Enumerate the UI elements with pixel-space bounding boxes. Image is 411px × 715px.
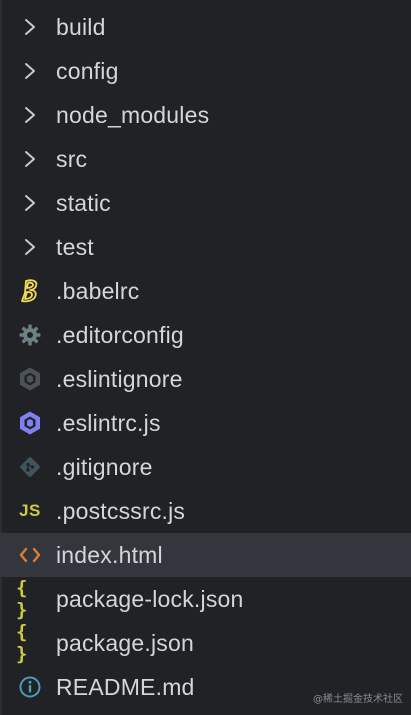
folder-label: config xyxy=(56,57,119,84)
file-row-gitignore[interactable]: .gitignore xyxy=(0,445,411,489)
file-explorer: build config node_modules src static tes… xyxy=(0,0,411,715)
folder-label: node_modules xyxy=(56,101,210,128)
folder-row-static[interactable]: static xyxy=(0,181,411,225)
folder-label: test xyxy=(56,233,94,260)
folder-row-node-modules[interactable]: node_modules xyxy=(0,93,411,137)
watermark: @稀土掘金技术社区 xyxy=(313,694,403,705)
folder-label: build xyxy=(56,13,106,40)
file-tree: build config node_modules src static tes… xyxy=(0,5,411,709)
file-row-package-lock-json[interactable]: { } package-lock.json xyxy=(0,577,411,621)
folder-label: static xyxy=(56,189,111,216)
folder-row-src[interactable]: src xyxy=(0,137,411,181)
file-label: .gitignore xyxy=(56,453,153,480)
file-label: .eslintignore xyxy=(56,365,183,392)
file-row-package-json[interactable]: { } package.json xyxy=(0,621,411,665)
file-label: .postcssrc.js xyxy=(56,497,186,524)
file-row-eslintrc[interactable]: .eslintrc.js xyxy=(0,401,411,445)
file-label: index.html xyxy=(56,541,163,568)
json-icon: { } xyxy=(16,621,44,665)
file-row-eslintignore[interactable]: .eslintignore xyxy=(0,357,411,401)
chevron-right-icon[interactable] xyxy=(16,101,44,129)
eslint-icon xyxy=(16,409,44,437)
file-label: .eslintrc.js xyxy=(56,409,161,436)
file-row-editorconfig[interactable]: .editorconfig xyxy=(0,313,411,357)
file-label: .editorconfig xyxy=(56,321,184,348)
json-glyph: { } xyxy=(16,577,28,621)
chevron-right-icon[interactable] xyxy=(16,57,44,85)
js-icon: JS xyxy=(16,497,44,525)
eslint-gray-icon xyxy=(16,365,44,393)
file-label: package-lock.json xyxy=(56,585,244,612)
file-row-postcssrc[interactable]: JS .postcssrc.js xyxy=(0,489,411,533)
chevron-right-icon[interactable] xyxy=(16,233,44,261)
folder-row-build[interactable]: build xyxy=(0,5,411,49)
folder-label: src xyxy=(56,145,88,172)
file-label: .babelrc xyxy=(56,277,140,304)
folder-row-config[interactable]: config xyxy=(0,49,411,93)
chevron-right-icon[interactable] xyxy=(16,189,44,217)
info-icon xyxy=(16,673,44,701)
file-row-babelrc[interactable]: .babelrc xyxy=(0,269,411,313)
git-icon xyxy=(16,453,44,481)
file-label: package.json xyxy=(56,629,194,656)
js-glyph: JS xyxy=(19,501,41,520)
file-label: README.md xyxy=(56,673,195,700)
html-icon xyxy=(16,541,44,569)
chevron-right-icon[interactable] xyxy=(16,145,44,173)
chevron-right-icon[interactable] xyxy=(16,13,44,41)
gear-icon xyxy=(16,321,44,349)
file-row-index-html[interactable]: index.html xyxy=(0,533,411,577)
json-icon: { } xyxy=(16,577,44,621)
folder-row-test[interactable]: test xyxy=(0,225,411,269)
json-glyph: { } xyxy=(16,621,28,665)
babel-icon xyxy=(16,277,44,305)
